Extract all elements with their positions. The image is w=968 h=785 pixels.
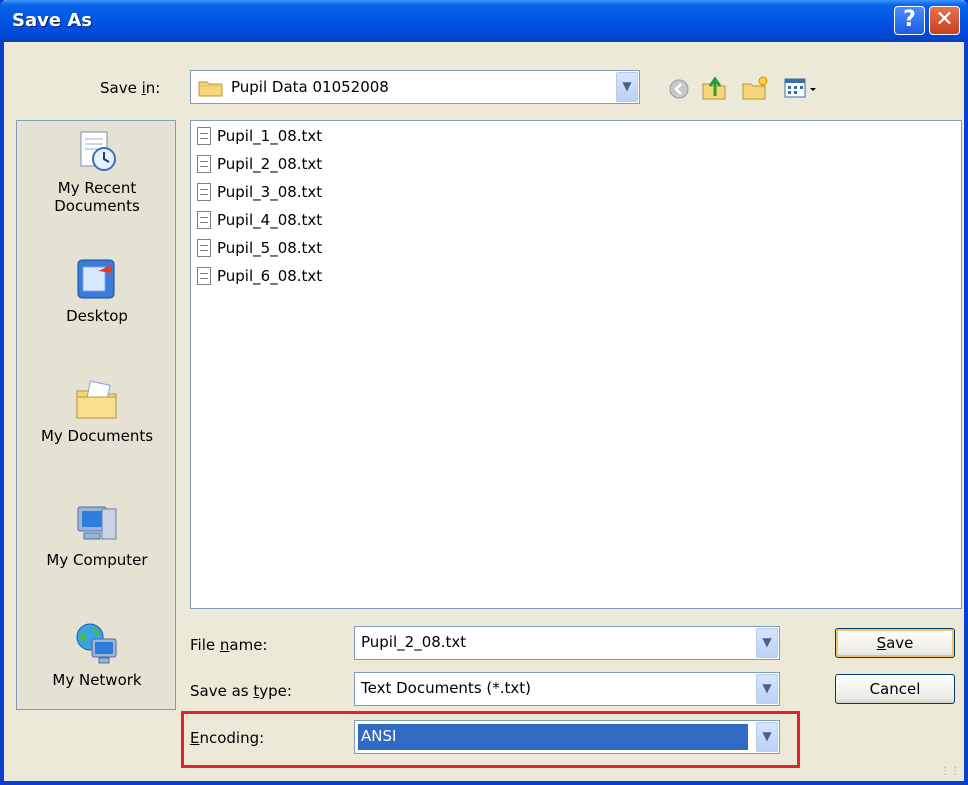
file-name-value: Pupil_2_08.txt bbox=[361, 633, 467, 651]
save-as-type-dropdown-arrow[interactable]: ▼ bbox=[756, 674, 778, 704]
text-file-icon bbox=[197, 155, 211, 173]
my-computer-icon bbox=[77, 506, 117, 540]
place-my-recent-documents[interactable]: My Recent Documents bbox=[17, 129, 177, 215]
encoding-dropdown[interactable]: ANSI ▼ bbox=[354, 720, 780, 754]
up-one-level-icon[interactable] bbox=[701, 74, 727, 102]
list-item[interactable]: Pupil_5_08.txt bbox=[197, 239, 322, 263]
save-as-type-label: Save as type: bbox=[190, 682, 292, 700]
help-button[interactable]: ? bbox=[894, 6, 925, 35]
my-documents-icon bbox=[76, 380, 117, 419]
save-in-value: Pupil Data 01052008 bbox=[231, 78, 389, 96]
views-menu-icon[interactable] bbox=[784, 77, 824, 101]
places-bar: My Recent Documents Desktop My Documents bbox=[16, 120, 176, 710]
close-button[interactable]: ✕ bbox=[929, 6, 960, 35]
encoding-value: ANSI bbox=[357, 723, 749, 751]
encoding-label: Encoding: bbox=[190, 729, 265, 747]
place-desktop[interactable]: Desktop bbox=[17, 257, 177, 325]
resize-grip[interactable]: ⋮⋮ bbox=[940, 766, 960, 777]
text-file-icon bbox=[197, 267, 211, 285]
text-file-icon bbox=[197, 239, 211, 257]
desktop-icon bbox=[77, 259, 115, 299]
place-my-documents[interactable]: My Documents bbox=[17, 377, 177, 445]
dialog-title: Save As bbox=[12, 10, 92, 31]
my-network-icon bbox=[76, 623, 117, 664]
title-bar[interactable]: Save As ? ✕ bbox=[0, 0, 968, 42]
place-my-computer[interactable]: My Computer bbox=[17, 501, 177, 569]
text-file-icon bbox=[197, 211, 211, 229]
file-name-label: File name: bbox=[190, 636, 268, 654]
my-recent-documents-icon bbox=[80, 131, 116, 171]
file-list[interactable]: Pupil_1_08.txt Pupil_2_08.txt Pupil_3_08… bbox=[190, 120, 962, 609]
list-item[interactable]: Pupil_1_08.txt bbox=[197, 127, 322, 151]
back-icon[interactable] bbox=[668, 78, 690, 100]
folder-icon bbox=[198, 81, 223, 97]
text-file-icon bbox=[197, 183, 211, 201]
save-as-type-dropdown[interactable]: Text Documents (*.txt) ▼ bbox=[354, 672, 780, 706]
save-as-type-value: Text Documents (*.txt) bbox=[361, 679, 532, 697]
save-in-label: Save in: bbox=[100, 79, 161, 97]
save-in-dropdown-arrow[interactable]: ▼ bbox=[616, 72, 638, 102]
list-item[interactable]: Pupil_6_08.txt bbox=[197, 267, 322, 291]
file-name-field[interactable]: Pupil_2_08.txt ▼ bbox=[354, 626, 780, 660]
file-name-dropdown-arrow[interactable]: ▼ bbox=[756, 628, 778, 658]
save-button[interactable]: Save bbox=[835, 628, 955, 658]
list-item[interactable]: Pupil_3_08.txt bbox=[197, 183, 322, 207]
text-file-icon bbox=[197, 127, 211, 145]
cancel-button[interactable]: Cancel bbox=[835, 674, 955, 704]
new-folder-icon[interactable] bbox=[741, 74, 769, 102]
encoding-dropdown-arrow[interactable]: ▼ bbox=[756, 722, 778, 752]
list-item[interactable]: Pupil_2_08.txt bbox=[197, 155, 322, 179]
place-my-network[interactable]: My Network bbox=[17, 621, 177, 689]
save-in-dropdown[interactable]: Pupil Data 01052008 ▼ bbox=[190, 70, 640, 104]
save-as-dialog: Save As ? ✕ Save in: Pupil Data 01052008… bbox=[0, 0, 968, 785]
list-item[interactable]: Pupil_4_08.txt bbox=[197, 211, 322, 235]
